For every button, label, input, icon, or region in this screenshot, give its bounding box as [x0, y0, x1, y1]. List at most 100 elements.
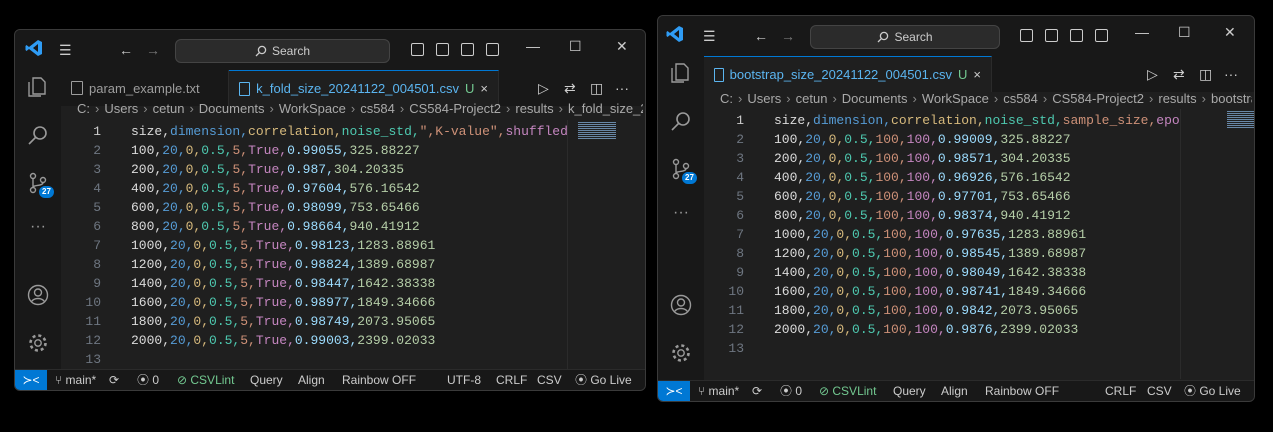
layout-panel-icon[interactable] [1045, 29, 1058, 42]
ports-indicator[interactable]: ⦿ 0 [137, 370, 159, 390]
csv-field: 0.9876, [945, 322, 1001, 337]
close-icon[interactable]: ✕ [616, 38, 628, 55]
rainbow-item[interactable]: Rainbow OFF [342, 370, 416, 390]
tab-close-icon[interactable]: × [480, 81, 488, 96]
line-text: 200,20,0,0.5,100,100,0.98571,304.20335 [774, 149, 1071, 168]
breadcrumb-item[interactable]: cetun [153, 101, 185, 116]
run-icon[interactable]: ▷ [1147, 66, 1158, 83]
go-live-item[interactable]: ⦿ Go Live [575, 370, 632, 390]
maximize-icon[interactable]: ☐ [1178, 24, 1191, 41]
breadcrumb-item[interactable]: WorkSpace [922, 91, 989, 106]
encoding-item[interactable]: UTF-8 [447, 370, 481, 390]
breadcrumb-item[interactable]: results [515, 101, 553, 116]
more-icon[interactable]: ··· [27, 218, 49, 240]
arrow-right-icon[interactable]: → [146, 40, 160, 60]
arrow-left-icon[interactable]: ← [119, 40, 133, 60]
csv-field: 800, [774, 208, 806, 223]
layout-secondary-icon[interactable] [1070, 29, 1083, 42]
menu-icon[interactable]: ☰ [59, 40, 72, 60]
eol-item[interactable]: CRLF [1105, 381, 1136, 401]
csvlint-item[interactable]: ⊘ CSVLint [177, 370, 234, 390]
breadcrumb-item[interactable]: results [1158, 91, 1196, 106]
compare-icon[interactable]: ⇄ [1173, 66, 1185, 83]
language-item[interactable]: CSV [537, 370, 562, 390]
layout-sidebar-icon[interactable] [1020, 29, 1033, 42]
remote-icon[interactable]: ≻< [15, 370, 47, 390]
breadcrumb-item[interactable]: CS584-Project2 [1052, 91, 1144, 106]
minimize-icon[interactable]: — [526, 38, 540, 54]
breadcrumb-item[interactable]: Documents [199, 101, 265, 116]
branch-indicator[interactable]: ⑂ main* [55, 370, 96, 390]
breadcrumb-item[interactable]: Users [747, 91, 781, 106]
breadcrumb-item[interactable]: C: [77, 101, 90, 116]
go-live-item[interactable]: ⦿ Go Live [1184, 381, 1241, 401]
minimap[interactable] [567, 120, 645, 370]
breadcrumb-item[interactable]: cs584 [1003, 91, 1038, 106]
language-item[interactable]: CSV [1147, 381, 1172, 401]
minimize-icon[interactable]: — [1135, 24, 1149, 40]
explorer-icon[interactable] [670, 62, 692, 84]
more-actions-icon[interactable]: ··· [1224, 66, 1238, 82]
remote-icon[interactable]: ≻< [658, 381, 690, 401]
explorer-icon[interactable] [27, 76, 49, 98]
split-icon[interactable]: ◫ [590, 80, 603, 97]
close-icon[interactable]: ✕ [1224, 24, 1236, 41]
layout-secondary-icon[interactable] [461, 43, 474, 56]
breadcrumb-item[interactable]: cs584 [360, 101, 395, 116]
csv-field: 100, [131, 143, 163, 158]
csvlint-item[interactable]: ⊘ CSVLint [819, 381, 876, 401]
breadcrumb-item[interactable]: Documents [842, 91, 908, 106]
csv-field: 20, [805, 208, 829, 223]
csv-field: 5, [232, 200, 249, 215]
eol-item[interactable]: CRLF [496, 370, 527, 390]
breadcrumb-item[interactable]: k_fold_size_20241122_004501.csv [568, 101, 643, 116]
maximize-icon[interactable]: ☐ [569, 38, 582, 55]
csv-field: 753.65466 [1000, 189, 1071, 204]
query-item[interactable]: Query [250, 370, 283, 390]
layout-sidebar-icon[interactable] [411, 43, 424, 56]
menu-icon[interactable]: ☰ [703, 26, 716, 46]
tab-close-icon[interactable]: × [973, 67, 981, 82]
minimap[interactable] [1180, 109, 1254, 379]
breadcrumb-item[interactable]: Users [104, 101, 138, 116]
breadcrumb-item[interactable]: C: [720, 91, 733, 106]
search-box[interactable]: Search [175, 39, 390, 63]
breadcrumb-item[interactable]: CS584-Project2 [409, 101, 501, 116]
csv-field: 0, [185, 200, 202, 215]
more-icon[interactable]: ··· [670, 204, 692, 226]
search-box[interactable]: Search [810, 25, 1000, 49]
run-icon[interactable]: ▷ [538, 80, 549, 97]
layout-customize-icon[interactable] [486, 43, 499, 56]
csv-field: 2000, [774, 322, 814, 337]
compare-icon[interactable]: ⇄ [564, 80, 576, 97]
editor[interactable]: 1 size,dimension,correlation,noise_std,",… [61, 120, 567, 370]
align-item[interactable]: Align [941, 381, 968, 401]
breadcrumb-item[interactable]: WorkSpace [279, 101, 346, 116]
line-number: 12 [85, 333, 101, 348]
rainbow-item[interactable]: Rainbow OFF [985, 381, 1059, 401]
arrow-left-icon[interactable]: ← [754, 26, 768, 46]
split-icon[interactable]: ◫ [1199, 66, 1212, 83]
ports-indicator[interactable]: ⦿ 0 [780, 381, 802, 401]
account-icon[interactable] [27, 284, 49, 306]
settings-gear-icon[interactable] [670, 342, 692, 364]
tab-bootstrap-csv[interactable]: bootstrap_size_20241122_004501.csv U × [704, 56, 992, 92]
csv-field: 0.98374, [937, 208, 1001, 223]
editor[interactable]: 1 size,dimension,correlation,noise_std,sa… [704, 109, 1180, 379]
settings-gear-icon[interactable] [27, 332, 49, 354]
more-actions-icon[interactable]: ··· [615, 80, 629, 96]
search-view-icon[interactable] [27, 124, 49, 146]
arrow-right-icon[interactable]: → [781, 26, 795, 46]
sync-icon[interactable]: ⟳ [752, 381, 762, 401]
account-icon[interactable] [670, 294, 692, 316]
sync-icon[interactable]: ⟳ [109, 370, 119, 390]
query-item[interactable]: Query [893, 381, 926, 401]
branch-indicator[interactable]: ⑂ main* [698, 381, 739, 401]
breadcrumb-item[interactable]: cetun [796, 91, 828, 106]
align-item[interactable]: Align [298, 370, 325, 390]
search-view-icon[interactable] [670, 110, 692, 132]
csv-field: 0.98664, [287, 219, 350, 234]
layout-panel-icon[interactable] [436, 43, 449, 56]
breadcrumb-item[interactable]: bootstrap_size_20241122_004501.csv [1211, 91, 1252, 106]
layout-customize-icon[interactable] [1095, 29, 1108, 42]
